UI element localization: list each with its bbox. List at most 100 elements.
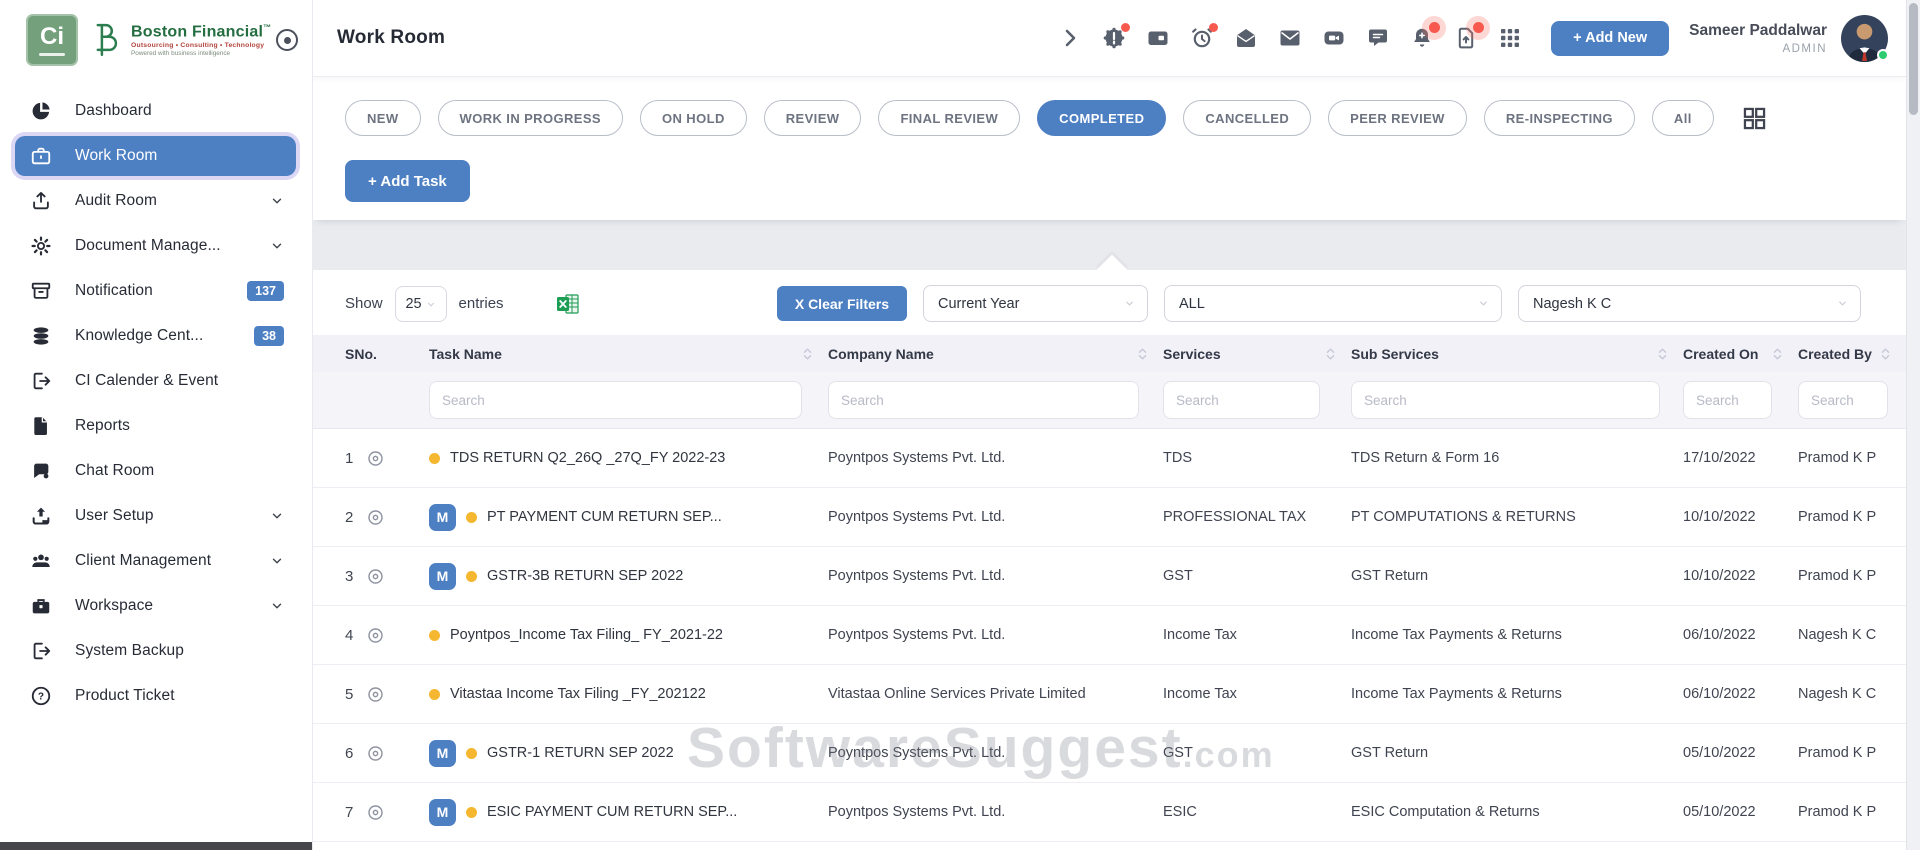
column-label: Company Name [828, 346, 934, 362]
chevron-down-icon [270, 509, 284, 523]
column-label: Task Name [429, 346, 502, 362]
table-row[interactable]: 5Vitastaa Income Tax Filing _FY_202122Vi… [312, 665, 1906, 724]
status-tab-cancelled[interactable]: CANCELLED [1183, 100, 1311, 136]
table-row[interactable]: 1TDS RETURN Q2_26Q _27Q_FY 2022-23Poyntp… [312, 429, 1906, 488]
sidebar-item-reports[interactable]: Reports [15, 406, 296, 446]
sub-services: Income Tax Payments & Returns [1351, 627, 1683, 643]
avatar[interactable] [1841, 15, 1888, 62]
created-by: Pramod K P [1798, 509, 1906, 525]
clear-filters-button[interactable]: X Clear Filters [777, 286, 907, 321]
pie-icon [29, 99, 53, 123]
status-tab-on-hold[interactable]: ON HOLD [640, 100, 747, 136]
online-status-dot [1877, 49, 1889, 61]
sidebar-item-work-room[interactable]: Work Room [15, 136, 296, 176]
view-task-icon[interactable] [366, 744, 385, 763]
mail-open-icon[interactable] [1234, 26, 1259, 51]
video-icon[interactable] [1322, 26, 1347, 51]
status-tab-work-in-progress[interactable]: WORK IN PROGRESS [438, 100, 623, 136]
sidebar-item-product-ticket[interactable]: ?Product Ticket [15, 676, 296, 716]
user-filter-select[interactable]: Nagesh K C [1518, 285, 1861, 322]
sidebar-item-label: Chat Room [75, 462, 154, 480]
sidebar-item-chat-room[interactable]: Chat Room [15, 451, 296, 491]
task-name: TDS RETURN Q2_26Q _27Q_FY 2022-23 [450, 450, 725, 466]
view-task-icon[interactable] [366, 449, 385, 468]
view-task-icon[interactable] [366, 803, 385, 822]
sidebar-toggle-icon[interactable] [276, 29, 298, 51]
column-header-created-by[interactable]: Created By [1798, 346, 1906, 362]
add-task-button[interactable]: + Add Task [345, 160, 470, 202]
page-scrollbar[interactable] [1906, 0, 1920, 850]
table-body: 1TDS RETURN Q2_26Q _27Q_FY 2022-23Poyntp… [312, 429, 1906, 842]
column-header-company-name[interactable]: Company Name [828, 346, 1163, 362]
company-name: Poyntpos Systems Pvt. Ltd. [828, 627, 1163, 643]
search-input-created-by[interactable] [1798, 381, 1888, 419]
search-input-created-on[interactable] [1683, 381, 1772, 419]
bell-add-icon[interactable] [1410, 26, 1435, 51]
sidebar-item-dashboard[interactable]: Dashboard [15, 91, 296, 131]
file-upload-icon[interactable] [1454, 26, 1479, 51]
status-tab-new[interactable]: NEW [345, 100, 421, 136]
ci-logo[interactable]: Ci [26, 14, 78, 66]
view-task-icon[interactable] [366, 508, 385, 527]
alarm-clock-icon[interactable] [1190, 26, 1215, 51]
services: TDS [1163, 450, 1351, 466]
sidebar-item-client-management[interactable]: Client Management [15, 541, 296, 581]
table-row[interactable]: 7MESIC PAYMENT CUM RETURN SEP...Poyntpos… [312, 783, 1906, 842]
status-filter-panel: NEW WORK IN PROGRESS ON HOLD REVIEW FINAL RE… [312, 76, 1906, 220]
sidebar-item-workspace[interactable]: Workspace [15, 586, 296, 626]
mail-icon[interactable] [1278, 26, 1303, 51]
table-row[interactable]: 6MGSTR-1 RETURN SEP 2022Poyntpos Systems… [312, 724, 1906, 783]
export-excel-icon[interactable] [556, 292, 580, 316]
column-header-created-on[interactable]: Created On [1683, 346, 1798, 362]
chevron-down-icon [270, 194, 284, 208]
task-name: ESIC PAYMENT CUM RETURN SEP... [487, 804, 737, 820]
sidebar-item-label: Audit Room [75, 192, 157, 210]
collapse-chevron-icon[interactable] [1058, 26, 1083, 51]
chat-message-icon[interactable] [1366, 26, 1391, 51]
sidebar-item-user-setup[interactable]: User Setup [15, 496, 296, 536]
search-input-services[interactable] [1163, 381, 1320, 419]
sidebar-item-notification[interactable]: Notification137 [15, 271, 296, 311]
sub-services: GST Return [1351, 568, 1683, 584]
add-new-button[interactable]: + Add New [1551, 21, 1669, 56]
notification-ring-badge [1422, 16, 1446, 40]
search-input-company-name[interactable] [828, 381, 1139, 419]
sidebar-item-document-manage[interactable]: Document Manage... [15, 226, 296, 266]
question-icon: ? [29, 684, 53, 708]
apps-grid-icon[interactable] [1498, 26, 1523, 51]
status-tab-final-review[interactable]: FINAL REVIEW [878, 100, 1020, 136]
services: PROFESSIONAL TAX [1163, 509, 1351, 525]
column-header-task-name[interactable]: Task Name [429, 346, 828, 362]
table-row[interactable]: 2MPT PAYMENT CUM RETURN SEP...Poyntpos S… [312, 488, 1906, 547]
view-task-icon[interactable] [366, 626, 385, 645]
table-row[interactable]: 3MGSTR-3B RETURN SEP 2022Poyntpos System… [312, 547, 1906, 606]
wallet-icon[interactable] [1146, 26, 1171, 51]
page-size-select[interactable]: 25 [395, 286, 447, 322]
company-filter-select[interactable]: ALL [1164, 285, 1502, 322]
sidebar-item-label: Dashboard [75, 102, 152, 120]
status-tab-review[interactable]: REVIEW [764, 100, 862, 136]
search-input-sub-services[interactable] [1351, 381, 1660, 419]
status-tab-re-inspecting[interactable]: RE-INSPECTING [1484, 100, 1635, 136]
status-tab-all[interactable]: All [1652, 100, 1714, 136]
sidebar: Ci Boston Financial™ Outsourcing • Consu… [0, 0, 312, 850]
badge-alert-icon[interactable] [1102, 26, 1127, 51]
scrollbar-thumb[interactable] [1909, 3, 1918, 115]
grid-view-icon[interactable] [1741, 105, 1768, 132]
sidebar-item-system-backup[interactable]: System Backup [15, 631, 296, 671]
table-row[interactable]: 4Poyntpos_Income Tax Filing_ FY_2021-22P… [312, 606, 1906, 665]
view-task-icon[interactable] [366, 567, 385, 586]
sidebar-item-knowledge-cent[interactable]: Knowledge Cent...38 [15, 316, 296, 356]
status-tab-completed[interactable]: COMPLETED [1037, 100, 1166, 136]
column-header-services[interactable]: Services [1163, 346, 1351, 362]
view-task-icon[interactable] [366, 685, 385, 704]
sidebar-item-ci-calender-event[interactable]: CI Calender & Event [15, 361, 296, 401]
year-filter-select[interactable]: Current Year [923, 285, 1148, 322]
sidebar-item-audit-room[interactable]: Audit Room [15, 181, 296, 221]
search-input-task-name[interactable] [429, 381, 802, 419]
status-dot [429, 689, 440, 700]
user-block[interactable]: Sameer Paddalwar ADMIN [1689, 22, 1827, 55]
status-tab-peer-review[interactable]: PEER REVIEW [1328, 100, 1467, 136]
exit-icon [29, 369, 53, 393]
column-header-sub-services[interactable]: Sub Services [1351, 346, 1683, 362]
